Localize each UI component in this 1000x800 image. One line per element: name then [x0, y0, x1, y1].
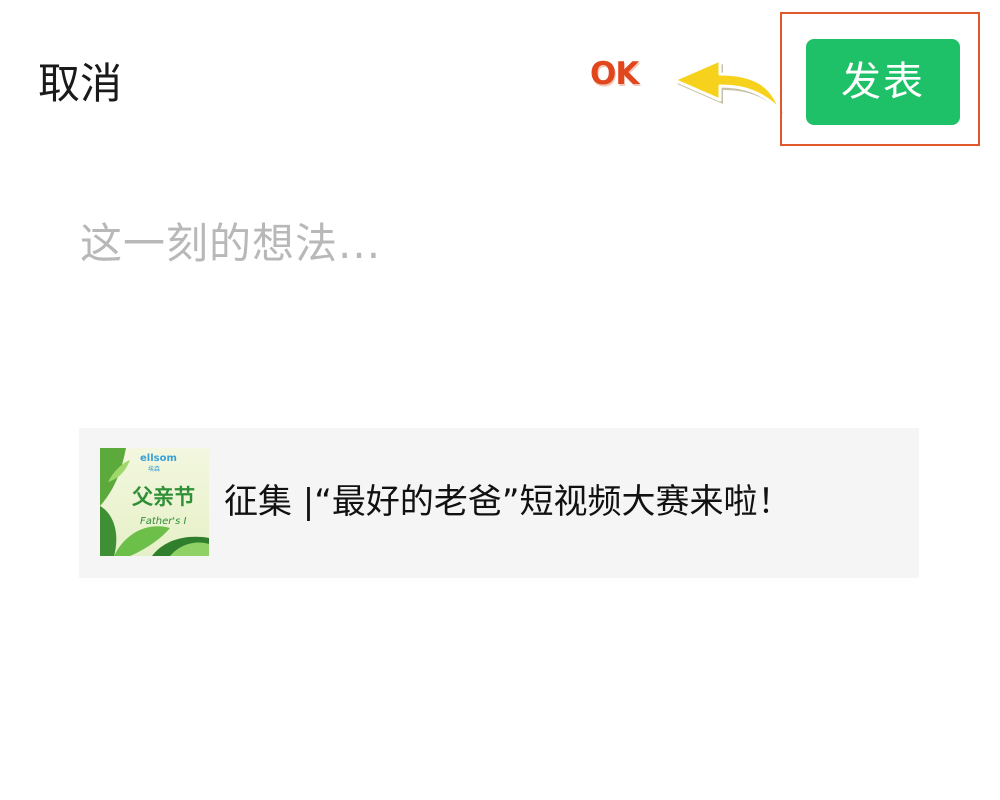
publish-button[interactable]: 发表 — [806, 39, 960, 125]
thumb-logo-subtext: 埃森 — [148, 465, 160, 473]
shared-article-card[interactable]: ellsom 埃森 父亲节 Father's I 征集 |“最好的老爸”短视频大… — [79, 428, 919, 578]
shared-article-title: 征集 |“最好的老爸”短视频大赛来啦！ — [224, 482, 792, 522]
thumb-subheading: Father's I — [140, 516, 187, 527]
thumb-heading: 父亲节 — [132, 485, 195, 509]
thought-input[interactable]: 这一刻的想法... — [80, 214, 920, 278]
curved-arrow-left-icon — [672, 58, 783, 114]
cancel-button[interactable]: 取消 — [38, 58, 122, 110]
thumb-logo-text: ellsom — [140, 453, 177, 464]
article-thumbnail: ellsom 埃森 父亲节 Father's I — [100, 448, 209, 556]
ok-annotation-label: OK — [590, 56, 639, 92]
